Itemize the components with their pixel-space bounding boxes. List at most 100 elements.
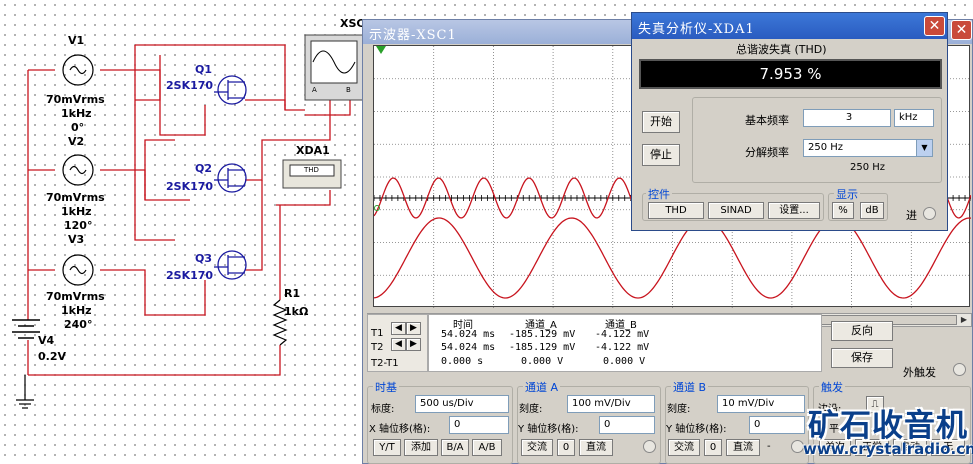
q3-name: Q3 bbox=[195, 252, 213, 265]
channel-a-ypos-label: Y 轴位移(格): bbox=[518, 424, 579, 435]
yt-mode-button[interactable]: Y/T bbox=[373, 439, 401, 456]
battery-name: V4 bbox=[38, 334, 55, 347]
q1-name: Q1 bbox=[195, 63, 213, 76]
fundamental-unit-field[interactable]: kHz bbox=[894, 109, 934, 127]
readout-t1-time: 54.024 ms bbox=[441, 329, 496, 340]
timebase-title: 时基 bbox=[373, 379, 399, 395]
distortion-analyzer-window[interactable]: 失真分析仪-XDA1 ✕ 总谐波失真 (THD) 7.953 % 开始 停止 基… bbox=[631, 12, 948, 231]
fundamental-label: 基本频率 bbox=[745, 114, 789, 127]
channel-a-dc-button[interactable]: 直流 bbox=[579, 439, 613, 456]
readout-row-t2-label: T2 bbox=[371, 342, 384, 353]
watermark-url: www.crystalradio.cn bbox=[803, 440, 973, 458]
channel-a-ac-button[interactable]: 交流 bbox=[521, 439, 553, 456]
source-v2-freq: 1kHz bbox=[61, 205, 92, 218]
channel-a-scale-field[interactable]: 100 mV/Div bbox=[567, 395, 655, 413]
stop-button[interactable]: 停止 bbox=[642, 144, 680, 166]
display-title: 显示 bbox=[834, 186, 860, 202]
resistor-value: 1kΩ bbox=[284, 305, 309, 318]
resistor-name: R1 bbox=[284, 287, 301, 300]
xda-close-icon[interactable]: ✕ bbox=[924, 16, 945, 36]
readout-row-diff-label: T2-T1 bbox=[371, 358, 399, 369]
source-v1-amplitude: 70mVrms bbox=[46, 93, 105, 106]
readout-row-t1-label: T1 bbox=[371, 328, 384, 339]
xda-instrument-label: XDA1 bbox=[296, 144, 330, 157]
q3-model: 2SK170 bbox=[166, 269, 214, 282]
q2-name: Q2 bbox=[195, 162, 213, 175]
q1-model: 2SK170 bbox=[166, 79, 214, 92]
input-terminal[interactable] bbox=[923, 207, 936, 220]
source-v2-name: V2 bbox=[68, 135, 85, 148]
trigger-title: 触发 bbox=[819, 379, 845, 395]
channel-b-scale-field[interactable]: 10 mV/Div bbox=[717, 395, 805, 413]
channel-b-scale-label: 刻度: bbox=[667, 404, 691, 415]
x-position-field[interactable]: 0 bbox=[449, 416, 509, 434]
distortion-analyzer-titlebar[interactable]: 失真分析仪-XDA1 bbox=[632, 13, 947, 39]
xsc-channel-b-label: B bbox=[346, 86, 351, 94]
xsc-channel-a-label: A bbox=[312, 86, 317, 94]
resolution-label: 分解频率 bbox=[745, 146, 789, 159]
ext-trigger-label: 外触发 bbox=[903, 366, 936, 379]
readout-t1-ch-a: -185.129 mV bbox=[509, 329, 576, 340]
source-v3-amplitude: 70mVrms bbox=[46, 290, 105, 303]
save-button[interactable]: 保存 bbox=[831, 348, 893, 368]
channel-b-ypos-field[interactable]: 0 bbox=[749, 416, 805, 434]
input-label: 进 bbox=[906, 209, 917, 222]
readout-t2-ch-a: -185.129 mV bbox=[509, 342, 576, 353]
distortion-analyzer-title: 失真分析仪-XDA1 bbox=[638, 22, 755, 37]
watermark-logo-text: 矿石收音机 bbox=[808, 408, 968, 444]
add-mode-button[interactable]: 添加 bbox=[404, 439, 438, 456]
channel-b-zero-button[interactable]: 0 bbox=[704, 439, 722, 456]
channel-b-ac-button[interactable]: 交流 bbox=[668, 439, 700, 456]
timebase-scale-label: 标度: bbox=[371, 404, 395, 415]
channel-a-zero-button[interactable]: 0 bbox=[557, 439, 575, 456]
resolution-select[interactable]: 250 Hz ▼ bbox=[803, 139, 933, 157]
channel-b-dc-button[interactable]: 直流 bbox=[726, 439, 760, 456]
readout-diff-ch-a: 0.000 V bbox=[521, 356, 564, 367]
scroll-right-icon[interactable]: ▶ bbox=[958, 314, 970, 326]
thd-mode-button[interactable]: THD bbox=[648, 202, 704, 219]
t1-left-arrow-icon[interactable]: ◀ bbox=[391, 322, 406, 335]
source-v1-freq: 1kHz bbox=[61, 107, 92, 120]
fundamental-field[interactable]: 3 bbox=[803, 109, 891, 127]
channel-a-ypos-field[interactable]: 0 bbox=[599, 416, 655, 434]
source-v1-phase: 0° bbox=[71, 121, 85, 134]
xsc-instrument-label: XSC bbox=[340, 17, 365, 30]
channel-a-title: 通道 A bbox=[523, 379, 561, 395]
start-button[interactable]: 开始 bbox=[642, 111, 680, 133]
settings-button[interactable]: 设置... bbox=[768, 202, 820, 219]
thd-value-display: 7.953 % bbox=[639, 59, 942, 89]
source-v3-name: V3 bbox=[68, 233, 85, 246]
background-close-icon[interactable]: ✕ bbox=[951, 20, 972, 40]
source-v2-phase: 120° bbox=[64, 219, 93, 232]
resolution-readout: 250 Hz bbox=[850, 162, 886, 173]
ab-mode-button[interactable]: A/B bbox=[472, 439, 502, 456]
t1-right-arrow-icon[interactable]: ▶ bbox=[406, 322, 421, 335]
ext-trigger-terminal[interactable] bbox=[953, 363, 966, 376]
readout-diff-time: 0.000 s bbox=[441, 356, 484, 367]
q2-model: 2SK170 bbox=[166, 180, 214, 193]
readout-t1-ch-b: -4.122 mV bbox=[595, 329, 650, 340]
source-v3-phase: 240° bbox=[64, 318, 93, 331]
sinad-mode-button[interactable]: SINAD bbox=[708, 202, 764, 219]
readout-t2-time: 54.024 ms bbox=[441, 342, 496, 353]
t2-left-arrow-icon[interactable]: ◀ bbox=[391, 338, 406, 351]
channel-b-ypos-label: Y 轴位移(格): bbox=[666, 424, 727, 435]
xda-icon-display: THD bbox=[304, 166, 319, 174]
reverse-button[interactable]: 反向 bbox=[831, 321, 893, 341]
channel-a-scale-label: 刻度: bbox=[519, 404, 543, 415]
timebase-scale-field[interactable]: 500 us/Div bbox=[415, 395, 509, 413]
source-v3-freq: 1kHz bbox=[61, 304, 92, 317]
channel-a-terminal[interactable] bbox=[643, 440, 656, 453]
percent-button[interactable]: % bbox=[832, 202, 854, 219]
db-button[interactable]: dB bbox=[860, 202, 884, 219]
readout-t2-ch-b: -4.122 mV bbox=[595, 342, 650, 353]
resolution-select-value: 250 Hz bbox=[808, 142, 844, 153]
channel-b-title: 通道 B bbox=[671, 379, 709, 395]
ba-mode-button[interactable]: B/A bbox=[441, 439, 469, 456]
battery-value: 0.2V bbox=[38, 350, 66, 363]
t2-right-arrow-icon[interactable]: ▶ bbox=[406, 338, 421, 351]
controls-title: 控件 bbox=[646, 186, 672, 202]
cursor-t1-marker bbox=[376, 46, 386, 54]
chevron-down-icon[interactable]: ▼ bbox=[916, 140, 932, 156]
channel-b-minus-label: - bbox=[767, 441, 771, 452]
